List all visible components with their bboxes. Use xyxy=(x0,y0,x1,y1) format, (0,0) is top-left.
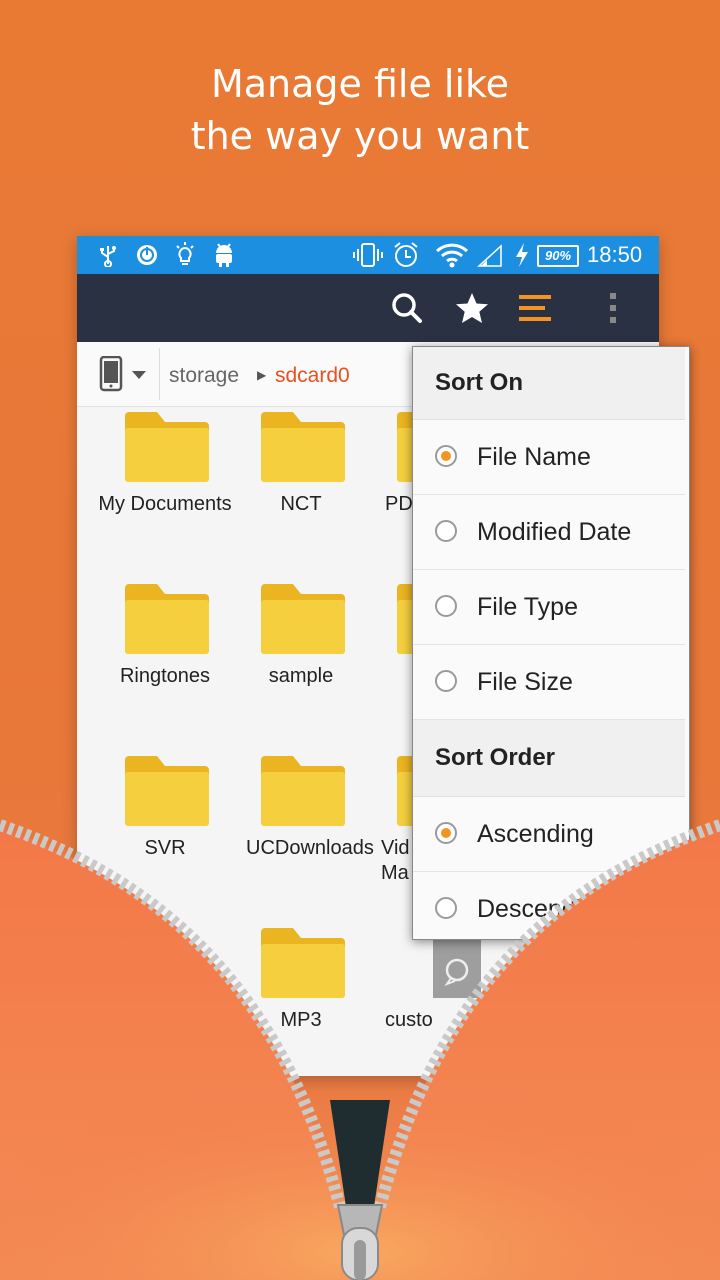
headline-line-2: the way you want xyxy=(190,114,530,158)
zipper-opening xyxy=(330,1100,390,1220)
folder-icon xyxy=(125,756,209,826)
vibrate-icon xyxy=(353,243,383,267)
sort-order-label: Ascending xyxy=(477,820,594,848)
folder-item[interactable]: NCT xyxy=(233,406,369,566)
folder-icon xyxy=(261,928,345,998)
favorites-button[interactable] xyxy=(452,288,492,328)
sort-option-label: File Size xyxy=(477,668,573,696)
radio-icon[interactable] xyxy=(435,595,457,617)
breadcrumb-arrow-icon: ▶ xyxy=(257,368,267,382)
signal-icon xyxy=(477,244,502,267)
sort-order-descending[interactable]: Descending xyxy=(413,872,685,938)
radio-selected-icon[interactable] xyxy=(435,822,457,844)
file-item[interactable]: custo xyxy=(369,922,505,1076)
folder-label: Ringtones xyxy=(119,665,211,687)
wifi-icon xyxy=(435,243,469,268)
bulb-icon xyxy=(176,242,194,265)
sort-order-label: Descending xyxy=(477,895,610,923)
folder-label: sample xyxy=(268,665,334,687)
sort-order-header: Sort Order xyxy=(413,720,685,797)
chevron-down-icon xyxy=(132,371,146,379)
search-button[interactable] xyxy=(387,288,427,328)
file-label: custo xyxy=(385,1009,433,1031)
android-icon xyxy=(216,243,232,267)
sort-option-modified-date[interactable]: Modified Date xyxy=(413,495,685,570)
folder-item[interactable]: My Documents xyxy=(97,406,233,566)
star-icon xyxy=(456,293,488,323)
sort-option-label: File Type xyxy=(477,593,578,621)
sort-icon xyxy=(519,295,551,321)
sort-option-file-name[interactable]: File Name xyxy=(413,420,685,495)
folder-icon xyxy=(125,584,209,654)
charging-icon xyxy=(516,243,528,267)
headline-line-1: Manage file like xyxy=(210,62,510,106)
folder-icon xyxy=(125,412,209,482)
phone-icon xyxy=(99,356,123,392)
sort-option-file-type[interactable]: File Type xyxy=(413,570,685,645)
sort-order-title: Sort Order xyxy=(435,744,556,771)
folder-icon xyxy=(261,412,345,482)
folder-icon xyxy=(261,756,345,826)
sort-on-header: Sort On xyxy=(413,347,685,420)
overflow-menu-icon xyxy=(610,293,616,323)
search-icon xyxy=(392,293,422,323)
sort-button[interactable] xyxy=(515,288,555,328)
sort-option-label: Modified Date xyxy=(477,518,632,546)
folder-item[interactable]: UCDownloads xyxy=(233,750,374,910)
folder-icon xyxy=(261,584,345,654)
folder-label: UCDownloads xyxy=(246,837,374,859)
radio-selected-icon[interactable] xyxy=(435,445,457,467)
radio-icon[interactable] xyxy=(435,670,457,692)
breadcrumb-storage[interactable]: storage xyxy=(169,364,239,388)
radio-icon[interactable] xyxy=(435,897,457,919)
sort-menu: Sort On File Name Modified Date File Typ… xyxy=(412,346,690,940)
folder-item[interactable]: MP3 xyxy=(233,922,369,1076)
breadcrumb-current[interactable]: sdcard0 xyxy=(275,364,350,388)
power-icon xyxy=(137,245,157,265)
folder-item[interactable]: SVR xyxy=(97,750,233,910)
sort-option-file-size[interactable]: File Size xyxy=(413,645,685,720)
divider xyxy=(159,348,160,400)
folder-item[interactable]: Ringtones xyxy=(97,578,233,738)
sort-order-ascending[interactable]: Ascending xyxy=(413,797,685,872)
folder-label: NCT xyxy=(280,493,322,515)
storage-selector[interactable] xyxy=(95,356,159,392)
headline: Manage file like the way you want xyxy=(0,58,720,162)
status-bar: 90% 18:50 xyxy=(77,236,659,274)
sort-on-title: Sort On xyxy=(435,369,523,396)
zipper-pull-icon xyxy=(336,1204,384,1280)
toolbar xyxy=(77,274,659,342)
sort-option-label: File Name xyxy=(477,443,591,471)
clock: 18:50 xyxy=(587,242,643,267)
radio-icon[interactable] xyxy=(435,520,457,542)
folder-label: My Documents xyxy=(98,493,232,515)
folder-label: SVR xyxy=(144,837,186,859)
battery-level: 90% xyxy=(537,245,579,267)
overflow-menu-button[interactable] xyxy=(593,288,633,328)
usb-icon xyxy=(100,246,116,267)
folder-label: MP3 xyxy=(280,1009,322,1031)
alarm-icon xyxy=(394,242,418,267)
folder-item[interactable]: sample xyxy=(233,578,369,738)
